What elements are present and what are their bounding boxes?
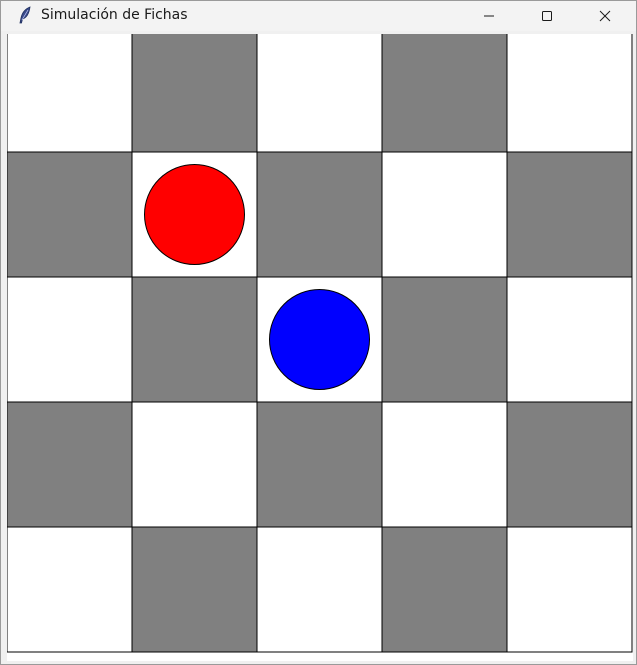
minimize-button[interactable] [460,1,518,31]
title-bar[interactable]: Simulación de Fichas [1,1,636,31]
maximize-icon [541,10,553,22]
window-title: Simulación de Fichas [41,7,188,23]
board-square-r0-c1[interactable] [131,34,258,153]
board-square-r3-c3[interactable] [381,401,508,528]
board-square-r4-c2[interactable] [256,526,383,653]
board-square-r2-c4[interactable] [506,276,633,403]
red-piece[interactable] [144,164,245,265]
board-svg[interactable] [7,34,633,661]
board-square-r4-c0[interactable] [7,526,133,653]
board-square-r3-c1[interactable] [131,401,258,528]
board-square-r4-c3[interactable] [381,526,508,653]
board-square-r2-c3[interactable] [381,276,508,403]
maximize-button[interactable] [518,1,576,31]
checkerboard[interactable] [7,34,633,661]
board-square-r2-c0[interactable] [7,276,133,403]
board-square-r0-c3[interactable] [381,34,508,153]
board-square-r2-c1[interactable] [131,276,258,403]
board-square-r3-c0[interactable] [7,401,133,528]
board-square-r0-c4[interactable] [506,34,633,153]
app-window: Simulación de Fichas [0,0,637,665]
board-square-r4-c4[interactable] [506,526,633,653]
minimize-icon [483,10,495,22]
board-square-r0-c0[interactable] [7,34,133,153]
board-square-r3-c2[interactable] [256,401,383,528]
feather-icon [17,6,33,24]
board-square-r0-c2[interactable] [256,34,383,153]
board-square-r4-c1[interactable] [131,526,258,653]
canvas-area[interactable] [7,34,633,661]
board-square-r1-c3[interactable] [381,151,508,278]
blue-piece[interactable] [269,289,370,390]
close-button[interactable] [576,1,634,31]
board-square-r1-c0[interactable] [7,151,133,278]
board-square-r1-c4[interactable] [506,151,633,278]
board-square-r3-c4[interactable] [506,401,633,528]
close-icon [599,10,611,22]
board-square-r1-c2[interactable] [256,151,383,278]
